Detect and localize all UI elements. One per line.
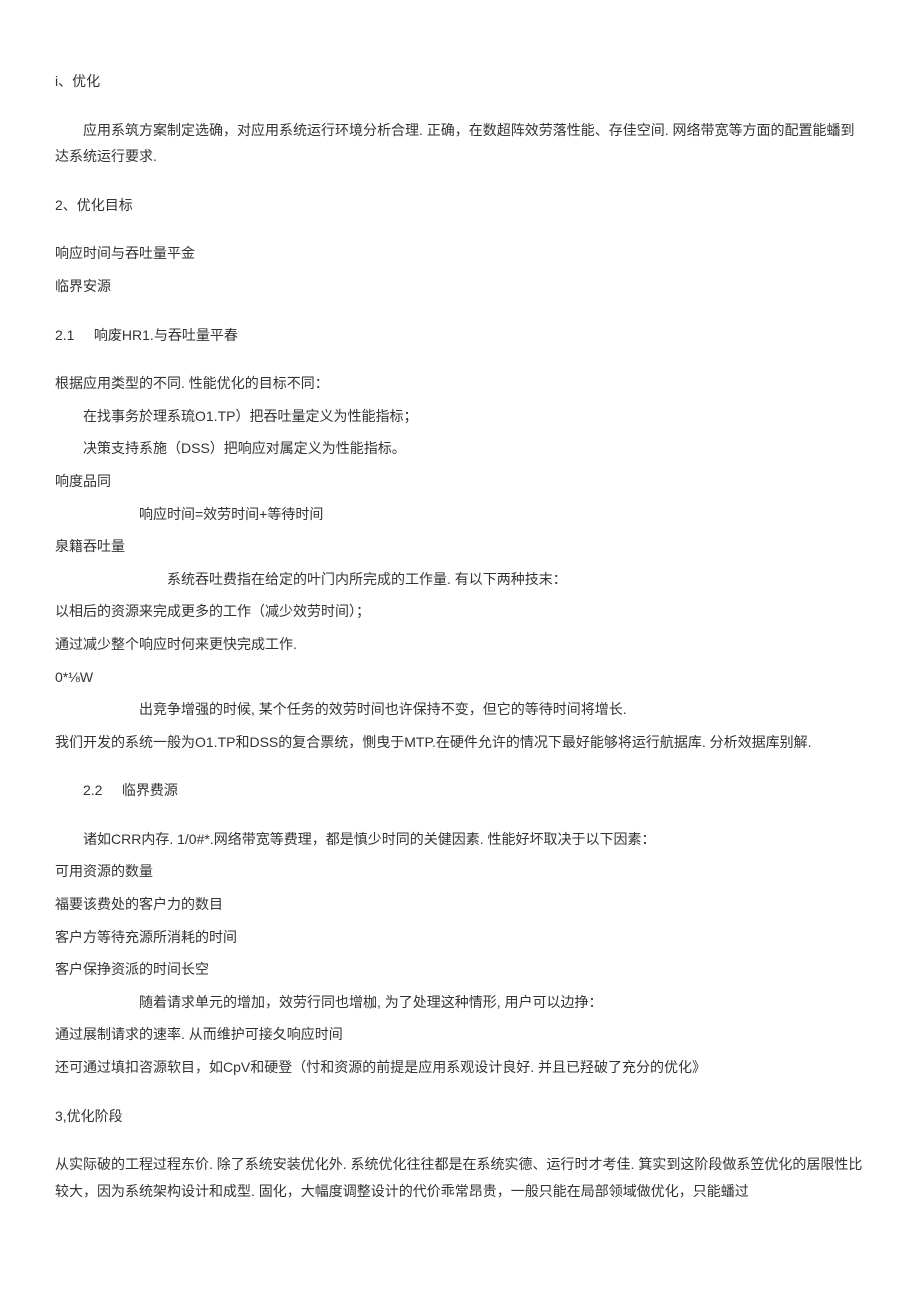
s21-line-4: 响度品同 [55, 468, 865, 495]
s21-line-12: 我们开发的系统一般为O1.TP和DSS的复合票统，惻曳于MTP.在硬件允许的情况… [55, 729, 865, 756]
section-1-title: i、优化 [55, 68, 865, 95]
section-2-2-text: 临界费源 [122, 782, 178, 798]
s22-line-6: 随着请求单元的增加，效劳行同也增枷, 为了处理这种情形, 用户可以边挣： [55, 989, 865, 1016]
section-2-1-title: 2.1 响废HR1.与吞吐量平春 [55, 322, 865, 349]
section-2-2-num: 2.2 [83, 782, 102, 798]
section-3-title: 3,优化阶段 [55, 1103, 865, 1130]
s21-line-6: 泉籍吞吐量 [55, 533, 865, 560]
s21-line-3: 决策支持系施（DSS）把响应对属定义为性能指标。 [55, 435, 865, 462]
section-2-line-1: 响应时间与吞吐量平金 [55, 240, 865, 267]
s21-line-2: 在找事务於理系琉O1.TP）把吞吐量定义为性能指标； [55, 403, 865, 430]
s22-line-7: 通过展制请求的速率. 从而维护可接夂响应时间 [55, 1021, 865, 1048]
s21-line-1: 根据应用类型的不同. 性能优化的目标不同： [55, 370, 865, 397]
section-2-line-2: 临界安源 [55, 273, 865, 300]
s22-line-1: 诸如CRR内存. 1/0#*.网络带宽等费理，都是慎少时同的关健因素. 性能好坏… [55, 826, 865, 853]
section-3-paragraph: 从实际破的工程过程东价. 除了系统安装优化外. 系统优化往往都是在系统实德、运行… [55, 1151, 865, 1204]
s21-line-11: 出竞争增强的时候, 某个任务的效劳时间也许保持不变，但它的等待时间将增长. [55, 696, 865, 723]
s21-line-9: 通过减少整个响应时何来更快完成工作. [55, 631, 865, 658]
s22-line-5: 客户保挣资派的时间长空 [55, 956, 865, 983]
s21-line-10: 0*⅛W [55, 664, 865, 691]
section-2-title: 2、优化目标 [55, 192, 865, 219]
s22-line-2: 可用资源的数量 [55, 858, 865, 885]
section-2-1-text: 响废HR1.与吞吐量平春 [94, 327, 238, 343]
s21-line-8: 以相后的资源来完成更多的工作（减少效劳时间）； [55, 598, 865, 625]
s22-line-4: 客户方等待充源所消耗的时间 [55, 924, 865, 951]
section-2-2-title: 2.2 临界费源 [55, 777, 865, 804]
s22-line-8: 还可通过填扣咨源软目，如CpV和硬登（忖和资源的前提是应用系观设计良好. 并且已… [55, 1054, 865, 1081]
s21-line-7: 系统吞吐费指在给定的叶门内所完成的工作量. 有以下两种技末： [55, 566, 865, 593]
section-1-paragraph: 应用系筑方案制定选确，对应用系统运行环境分析合理. 正确，在数超阵效劳落性能、存… [55, 117, 865, 170]
section-2-1-num: 2.1 [55, 327, 74, 343]
s22-line-3: 福要该费处的客户力的数目 [55, 891, 865, 918]
s21-line-5: 响应时间=效劳时间+等待时间 [55, 501, 865, 528]
